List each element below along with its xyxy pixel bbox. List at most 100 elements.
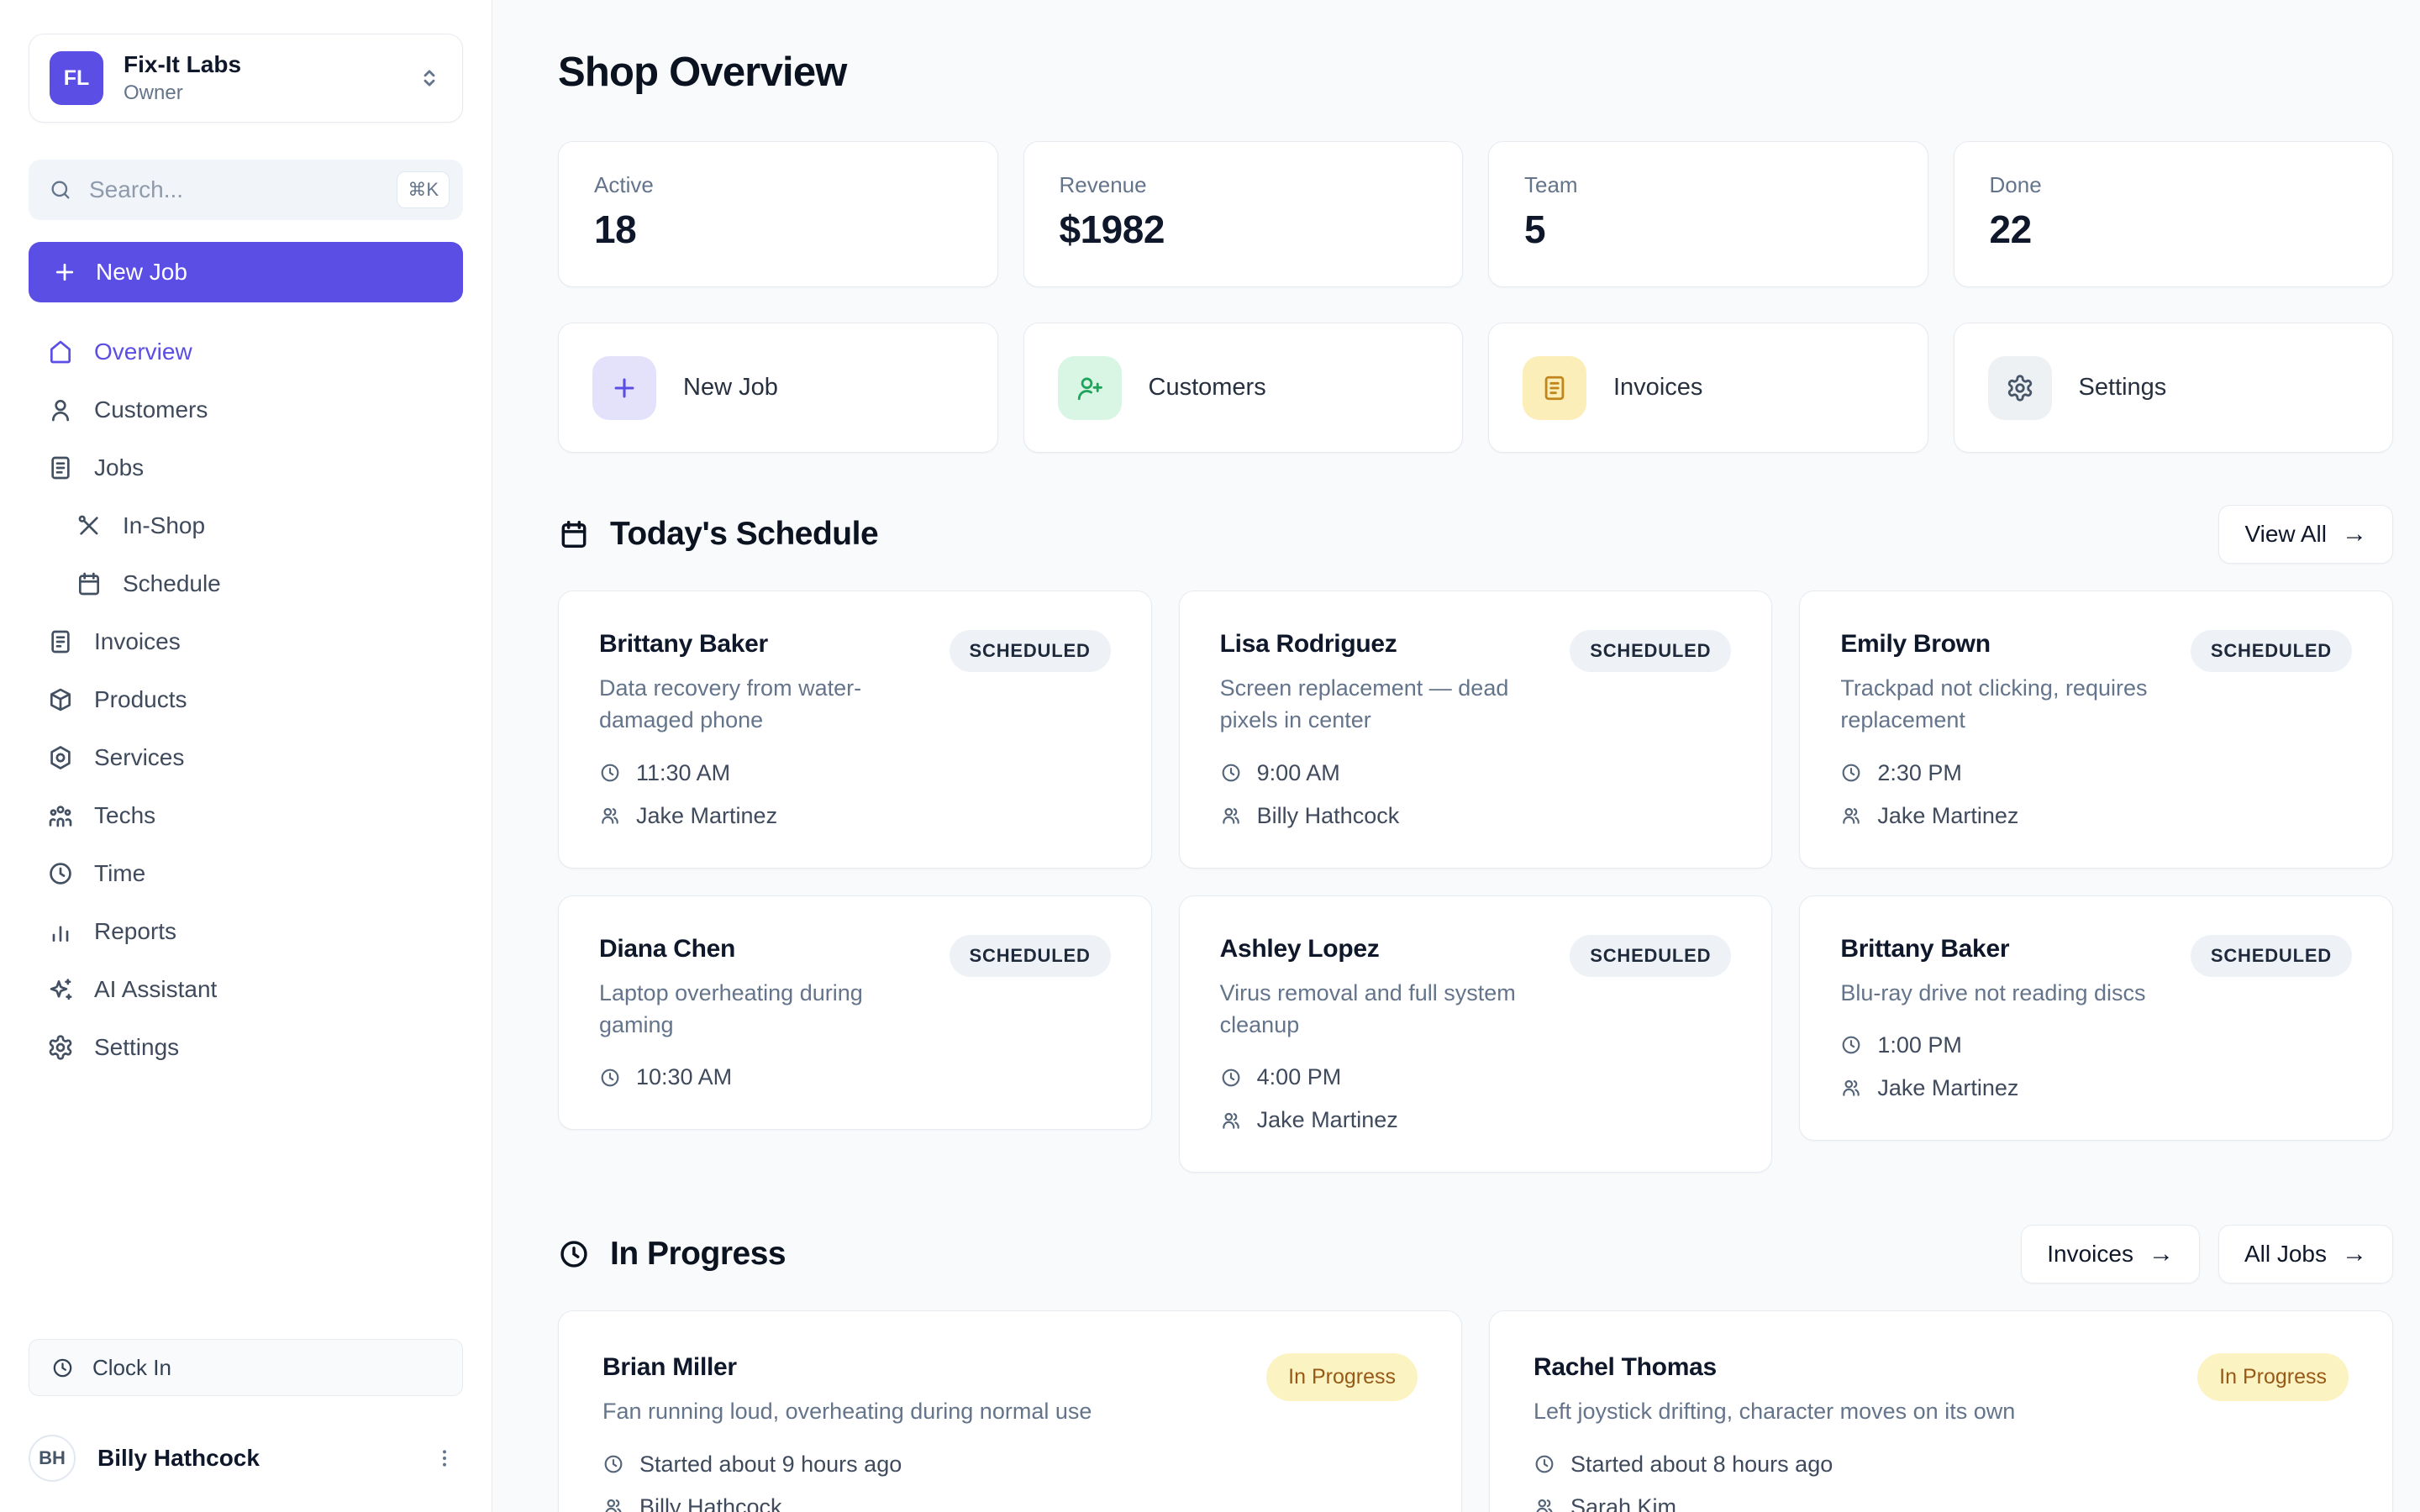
plus-icon bbox=[52, 260, 77, 285]
tech-row: Sarah Kim bbox=[1534, 1494, 2015, 1512]
view-all-button[interactable]: View All → bbox=[2218, 505, 2393, 564]
clock-icon bbox=[47, 860, 74, 887]
time-row: 2:30 PM bbox=[1840, 760, 2174, 786]
clock-icon bbox=[1840, 1034, 1862, 1056]
main-content: Shop Overview Active 18 Revenue $1982 Te… bbox=[492, 0, 2420, 1512]
schedule-card[interactable]: Ashley Lopez Virus removal and full syst… bbox=[1179, 895, 1773, 1173]
sidebar-item-overview[interactable]: Overview bbox=[29, 323, 463, 381]
sidebar-item-reports[interactable]: Reports bbox=[29, 902, 463, 960]
file-text-icon bbox=[47, 628, 74, 655]
org-avatar: FL bbox=[50, 51, 103, 105]
sidebar-item-customers[interactable]: Customers bbox=[29, 381, 463, 438]
arrow-right-icon: → bbox=[2342, 520, 2367, 549]
file-text-icon bbox=[1523, 356, 1586, 420]
todays-schedule-section: Today's Schedule View All → Brittany Bak… bbox=[558, 505, 2393, 1173]
avatar: BH bbox=[29, 1435, 76, 1482]
sidebar-item-in-shop[interactable]: In-Shop bbox=[29, 496, 463, 554]
search-input[interactable]: Search... ⌘K bbox=[29, 160, 463, 220]
stats-row: Active 18 Revenue $1982 Team 5 Done 22 bbox=[558, 141, 2393, 287]
clock-icon bbox=[51, 1357, 74, 1379]
sidebar: FL Fix-It Labs Owner Search... ⌘K New Jo… bbox=[0, 0, 492, 1512]
clock-icon bbox=[558, 1238, 590, 1270]
gear-icon bbox=[47, 1034, 74, 1061]
sidebar-item-products[interactable]: Products bbox=[29, 670, 463, 728]
org-role: Owner bbox=[124, 81, 397, 105]
status-badge: SCHEDULED bbox=[1570, 935, 1731, 977]
sidebar-item-ai-assistant[interactable]: AI Assistant bbox=[29, 960, 463, 1018]
tech-row: Jake Martinez bbox=[599, 803, 933, 829]
home-icon bbox=[47, 339, 74, 365]
users-icon bbox=[602, 1496, 624, 1512]
status-badge: In Progress bbox=[1266, 1353, 1418, 1401]
sidebar-item-time[interactable]: Time bbox=[29, 844, 463, 902]
tech-row: Billy Hathcock bbox=[602, 1494, 1092, 1512]
plus-icon bbox=[592, 356, 656, 420]
schedule-card[interactable]: Emily Brown Trackpad not clicking, requi… bbox=[1799, 591, 2393, 869]
stat-card-active: Active 18 bbox=[558, 141, 998, 287]
schedule-card[interactable]: Brittany Baker Blu-ray drive not reading… bbox=[1799, 895, 2393, 1141]
status-badge: SCHEDULED bbox=[2191, 935, 2352, 977]
users-group-icon bbox=[47, 802, 74, 829]
stat-card-done: Done 22 bbox=[1954, 141, 2394, 287]
chevrons-up-down-icon bbox=[417, 66, 442, 91]
sidebar-item-jobs[interactable]: Jobs bbox=[29, 438, 463, 496]
quick-action-settings[interactable]: Settings bbox=[1954, 323, 2394, 453]
package-icon bbox=[47, 686, 74, 713]
sidebar-item-invoices[interactable]: Invoices bbox=[29, 612, 463, 670]
arrow-right-icon: → bbox=[2342, 1240, 2367, 1268]
in-progress-card[interactable]: Rachel Thomas Left joystick drifting, ch… bbox=[1489, 1310, 2393, 1512]
user-plus-icon bbox=[1058, 356, 1122, 420]
schedule-card[interactable]: Brittany Baker Data recovery from water-… bbox=[558, 591, 1152, 869]
clock-icon bbox=[1220, 1067, 1242, 1089]
new-job-button[interactable]: New Job bbox=[29, 242, 463, 302]
hexagon-nut-icon bbox=[47, 744, 74, 771]
clock-icon bbox=[1840, 762, 1862, 784]
tech-row: Billy Hathcock bbox=[1220, 803, 1554, 829]
sparkles-icon bbox=[47, 976, 74, 1003]
user-menu-kebab-icon[interactable] bbox=[426, 1440, 463, 1477]
page-title: Shop Overview bbox=[558, 49, 2393, 96]
quick-action-invoices[interactable]: Invoices bbox=[1488, 323, 1928, 453]
clock-in-button[interactable]: Clock In bbox=[29, 1339, 463, 1396]
tech-row: Jake Martinez bbox=[1840, 803, 2174, 829]
sidebar-nav: Overview Customers Jobs In-Shop Schedule bbox=[29, 323, 463, 1076]
current-user-row[interactable]: BH Billy Hathcock bbox=[29, 1435, 463, 1482]
status-badge: In Progress bbox=[2197, 1353, 2349, 1401]
quick-action-new-job[interactable]: New Job bbox=[558, 323, 998, 453]
sidebar-item-services[interactable]: Services bbox=[29, 728, 463, 786]
sidebar-item-techs[interactable]: Techs bbox=[29, 786, 463, 844]
calendar-icon bbox=[558, 518, 590, 550]
search-shortcut-kbd: ⌘K bbox=[397, 171, 450, 208]
tech-row: Jake Martinez bbox=[1840, 1075, 2145, 1101]
org-name: Fix-It Labs bbox=[124, 51, 397, 78]
status-badge: SCHEDULED bbox=[2191, 630, 2352, 672]
clock-icon bbox=[1220, 762, 1242, 784]
sidebar-item-settings[interactable]: Settings bbox=[29, 1018, 463, 1076]
in-progress-card[interactable]: Brian Miller Fan running loud, overheati… bbox=[558, 1310, 1462, 1512]
schedule-card[interactable]: Diana Chen Laptop overheating during gam… bbox=[558, 895, 1152, 1131]
quick-actions-row: New Job Customers Invoices Settings bbox=[558, 323, 2393, 453]
org-switcher[interactable]: FL Fix-It Labs Owner bbox=[29, 34, 463, 123]
schedule-cards-grid: Brittany Baker Data recovery from water-… bbox=[558, 591, 2393, 1173]
user-icon bbox=[47, 396, 74, 423]
clock-icon bbox=[1534, 1453, 1555, 1475]
search-icon bbox=[49, 178, 72, 202]
invoices-button[interactable]: Invoices → bbox=[2021, 1225, 2200, 1284]
status-badge: SCHEDULED bbox=[950, 935, 1111, 977]
users-icon bbox=[1840, 805, 1862, 827]
time-row: 11:30 AM bbox=[599, 760, 933, 786]
crossed-tools-icon bbox=[76, 512, 103, 539]
users-icon bbox=[1220, 1110, 1242, 1131]
schedule-section-title: Today's Schedule bbox=[610, 516, 878, 553]
calendar-icon bbox=[76, 570, 103, 597]
users-icon bbox=[599, 805, 621, 827]
all-jobs-button[interactable]: All Jobs → bbox=[2218, 1225, 2393, 1284]
tech-row: Jake Martinez bbox=[1220, 1107, 1554, 1133]
schedule-card[interactable]: Lisa Rodriguez Screen replacement — dead… bbox=[1179, 591, 1773, 869]
quick-action-customers[interactable]: Customers bbox=[1023, 323, 1464, 453]
stat-card-revenue: Revenue $1982 bbox=[1023, 141, 1464, 287]
in-progress-section: In Progress Invoices → All Jobs → Brian … bbox=[558, 1225, 2393, 1512]
sidebar-item-schedule[interactable]: Schedule bbox=[29, 554, 463, 612]
stat-card-team: Team 5 bbox=[1488, 141, 1928, 287]
clock-icon bbox=[602, 1453, 624, 1475]
